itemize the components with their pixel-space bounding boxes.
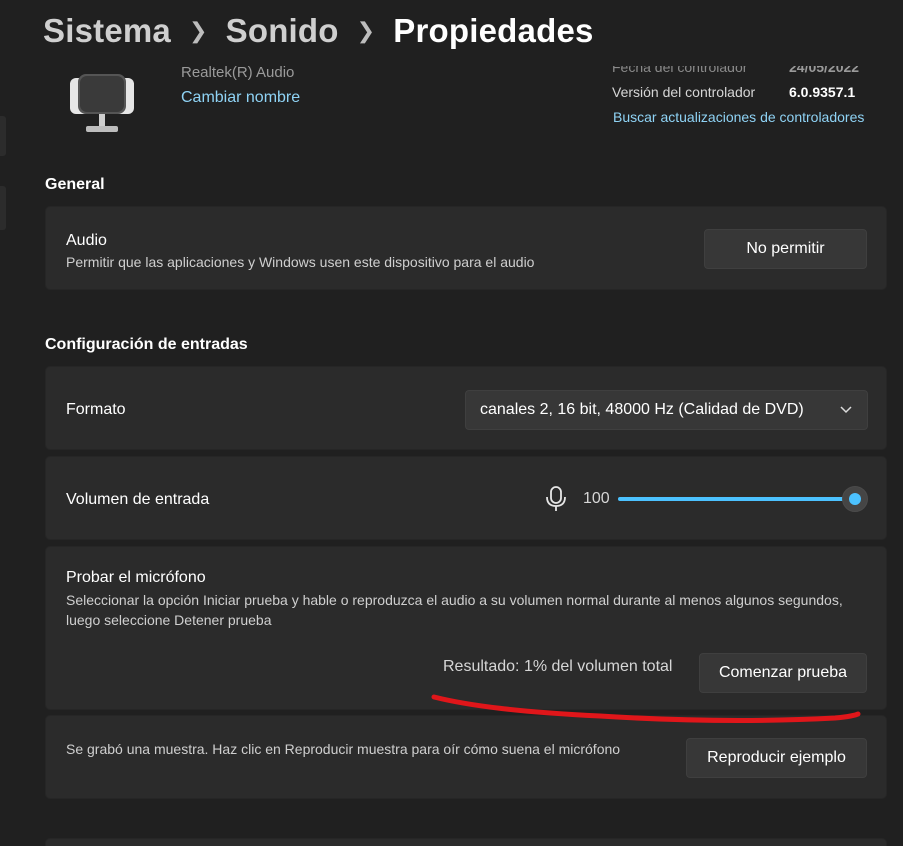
format-dropdown[interactable]: canales 2, 16 bit, 48000 Hz (Calidad de … <box>465 390 868 430</box>
format-selected-value: canales 2, 16 bit, 48000 Hz (Calidad de … <box>480 401 804 418</box>
rename-link[interactable]: Cambiar nombre <box>181 89 300 107</box>
mic-test-card: Probar el micrófono Seleccionar la opció… <box>45 546 887 710</box>
section-title-input: Configuración de entradas <box>45 336 248 353</box>
start-test-button[interactable]: Comenzar prueba <box>699 653 867 693</box>
volume-value: 100 <box>583 490 610 507</box>
audio-description: Permitir que las aplicaciones y Windows … <box>66 254 535 270</box>
format-card: Formato canales 2, 16 bit, 48000 Hz (Cal… <box>45 366 887 450</box>
chevron-right-icon: ❯ <box>188 18 208 43</box>
disallow-button[interactable]: No permitir <box>704 229 867 269</box>
audio-card: Audio Permitir que las aplicaciones y Wi… <box>45 206 887 290</box>
microphone-device-icon <box>70 74 134 132</box>
volume-slider-thumb-dot <box>849 493 861 505</box>
mic-test-description: Seleccionar la opción Iniciar prueba y h… <box>66 592 843 628</box>
chevron-down-icon <box>840 406 852 414</box>
audio-title: Audio <box>66 232 107 249</box>
chevron-right-icon: ❯ <box>356 18 376 43</box>
page-title: Propiedades <box>393 12 594 49</box>
mic-test-result: Resultado: 1% del volumen total <box>443 658 673 675</box>
driver-version-value: 6.0.9357.1 <box>789 84 856 100</box>
driver-version-row: Versión del controlador 6.0.9357.1 <box>612 84 855 100</box>
device-name: Realtek(R) Audio <box>181 64 295 81</box>
format-label: Formato <box>66 401 126 418</box>
scroll-clip <box>170 54 903 66</box>
sample-card: Se grabó una muestra. Haz clic en Reprod… <box>45 715 887 799</box>
breadcrumb-item-sistema[interactable]: Sistema <box>43 12 171 50</box>
volume-slider-track[interactable] <box>618 497 858 501</box>
microphone-icon[interactable] <box>545 485 567 513</box>
breadcrumb: Sistema ❯ Sonido ❯ Propiedades <box>43 12 594 50</box>
driver-update-link[interactable]: Buscar actualizaciones de controladores <box>613 109 864 125</box>
section-title-general: General <box>45 176 105 193</box>
mic-test-title: Probar el micrófono <box>66 569 206 586</box>
breadcrumb-item-sonido[interactable]: Sonido <box>226 12 339 50</box>
volume-label: Volumen de entrada <box>66 491 210 508</box>
play-sample-button[interactable]: Reproducir ejemplo <box>686 738 867 778</box>
nav-edge-item <box>0 186 6 230</box>
driver-version-label: Versión del controlador <box>612 84 756 100</box>
volume-card: Volumen de entrada 100 <box>45 456 887 540</box>
sample-description: Se grabó una muestra. Haz clic en Reprod… <box>66 741 621 757</box>
volume-slider-thumb[interactable] <box>842 486 868 512</box>
next-card <box>45 838 887 846</box>
nav-edge-item <box>0 116 6 156</box>
